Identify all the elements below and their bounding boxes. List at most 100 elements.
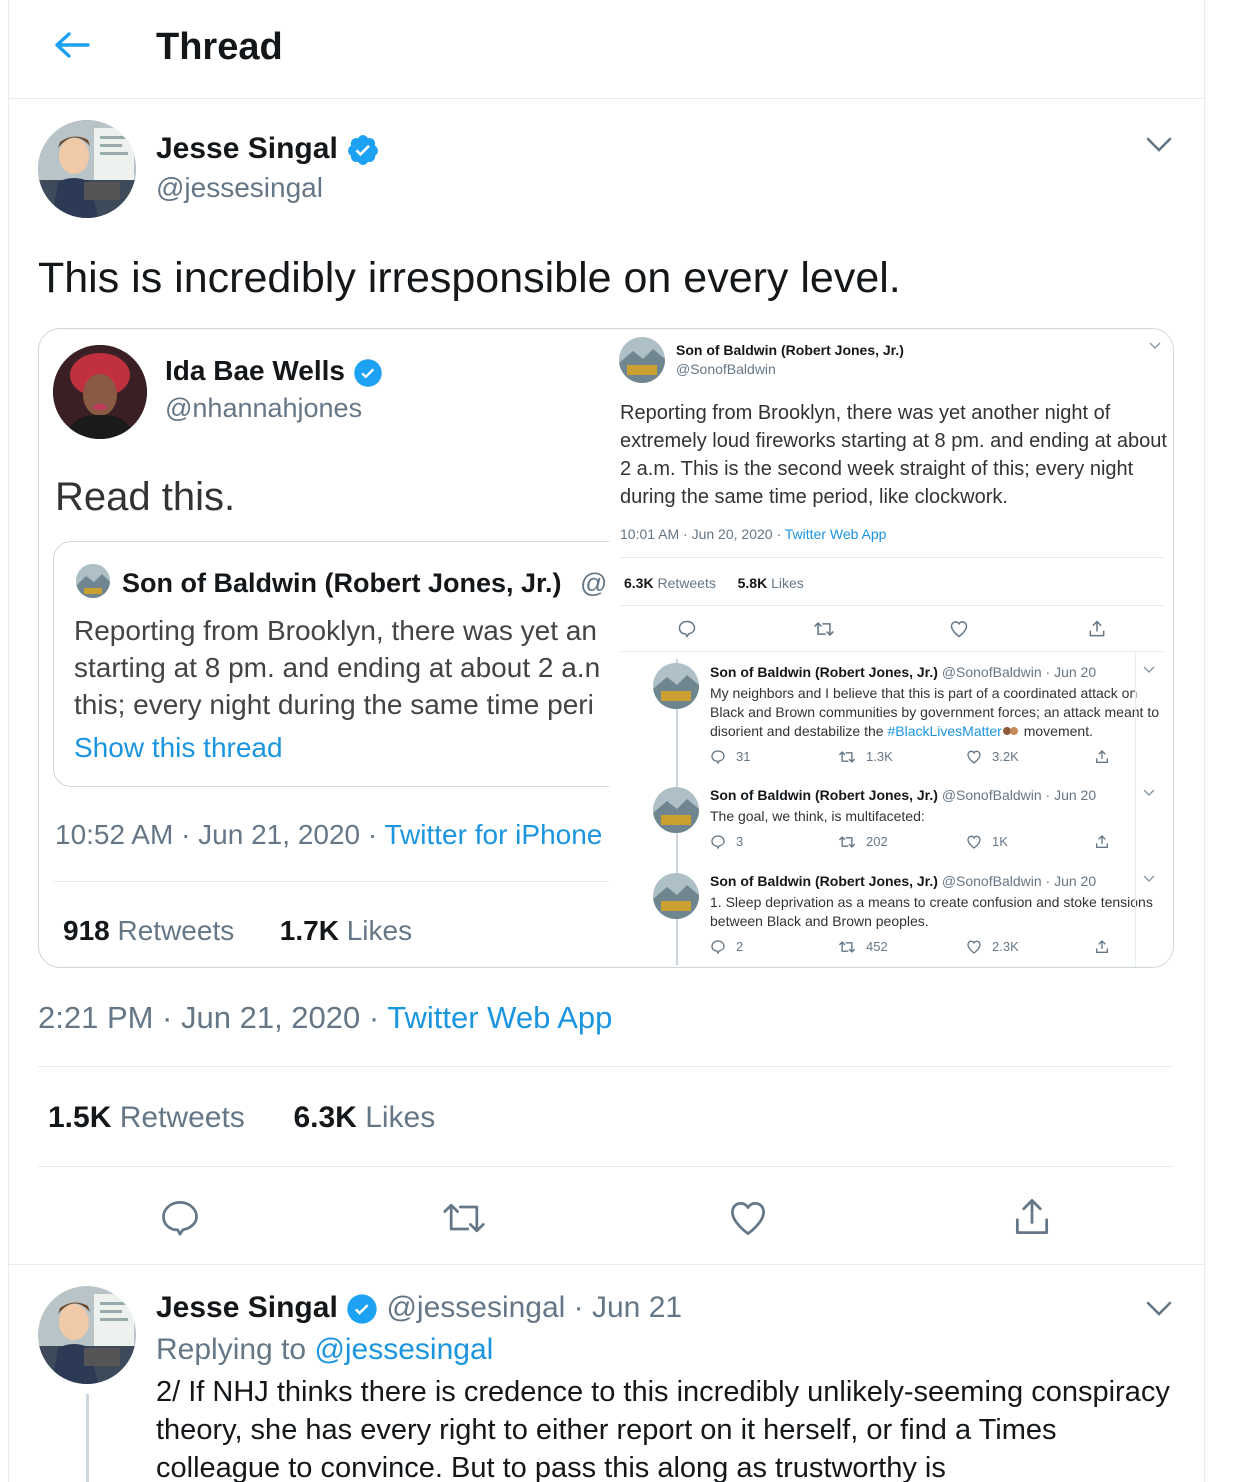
reply-text: 1. Sleep deprivation as a means to creat… xyxy=(710,894,1153,929)
chevron-down-icon xyxy=(1141,663,1157,677)
chevron-down-icon xyxy=(1141,872,1157,886)
quoted-tweet-text: Read this. xyxy=(55,475,236,519)
like-count: 3.2K xyxy=(992,749,1019,764)
avatar xyxy=(653,663,699,709)
list-item: Son of Baldwin (Robert Jones, Jr.) @Sono… xyxy=(609,869,1173,965)
chevron-down-icon xyxy=(1147,339,1163,353)
like-count: 1K xyxy=(992,834,1008,849)
chevron-down-icon xyxy=(1141,786,1157,800)
nested-text-line: starting at 8 pm. and ending at about 2 … xyxy=(74,652,601,683)
nested-text-line: this; every night during the same time p… xyxy=(74,689,594,720)
right-author-name: Son of Baldwin (Robert Jones, Jr.) xyxy=(676,342,904,358)
right-timestamp: 10:01 AM · Jun 20, 2020 · Twitter Web Ap… xyxy=(620,525,886,543)
fist-emoji-icon xyxy=(1002,726,1020,738)
heart-icon xyxy=(966,939,982,955)
retweets-stat[interactable]: 1.5K Retweets xyxy=(48,1101,245,1134)
reply-icon[interactable] xyxy=(158,1196,202,1240)
right-likes-count: 5.8K xyxy=(737,575,768,591)
reply-actions: 3 202 1K xyxy=(710,833,1170,851)
reply-actions: 2 452 2.3K xyxy=(710,938,1170,956)
avatar[interactable] xyxy=(38,1286,136,1384)
reply-author-name[interactable]: Jesse Singal xyxy=(156,1291,338,1324)
retweet-icon xyxy=(838,834,856,850)
reply-count: 31 xyxy=(736,749,751,764)
reply-count: 2 xyxy=(736,939,744,954)
reply-author-name: Son of Baldwin (Robert Jones, Jr.) xyxy=(710,787,938,803)
right-author-handle: @SonofBaldwin xyxy=(676,361,776,377)
replying-prefix: Replying to xyxy=(156,1333,315,1366)
replying-handle-link[interactable]: @jessesingal xyxy=(314,1333,493,1366)
reply-actions: 31 1.3K 3.2K xyxy=(710,748,1170,766)
reply-icon xyxy=(710,834,726,850)
avatar xyxy=(653,787,699,833)
thread-line xyxy=(86,1394,89,1482)
share-icon xyxy=(1094,749,1110,765)
avatar xyxy=(619,337,665,383)
page-title: Thread xyxy=(156,26,283,68)
avatar xyxy=(76,564,110,598)
reply-meta: @SonofBaldwin · Jun 20 xyxy=(941,664,1097,680)
avatar[interactable] xyxy=(38,120,136,218)
nested-author-name: Son of Baldwin (Robert Jones, Jr.) xyxy=(122,568,562,598)
retweet-count: 452 xyxy=(866,939,888,954)
back-arrow-icon[interactable] xyxy=(48,26,92,66)
author-name-row[interactable]: Jesse Singal xyxy=(156,130,380,168)
quoted-retweets-label: Retweets xyxy=(117,915,235,946)
tweet-source-link[interactable]: Twitter Web App xyxy=(387,1000,612,1035)
retweet-icon xyxy=(838,749,856,765)
reply-author-name: Son of Baldwin (Robert Jones, Jr.) xyxy=(710,664,938,680)
list-item: Son of Baldwin (Robert Jones, Jr.) @Sono… xyxy=(609,659,1173,779)
likes-stat[interactable]: 6.3K Likes xyxy=(293,1101,435,1134)
chevron-down-icon[interactable] xyxy=(1142,1294,1176,1322)
quoted-timestamp: 10:52 AM · Jun 21, 2020 · Twitter for iP… xyxy=(55,817,602,853)
reply-meta: @SonofBaldwin · Jun 20 xyxy=(941,873,1097,889)
right-retweets-count: 6.3K xyxy=(624,575,654,591)
like-count: 2.3K xyxy=(992,939,1019,954)
quoted-stats: 918 Retweets 1.7K Likes xyxy=(63,913,412,949)
share-icon xyxy=(1094,834,1110,850)
right-screenshot-panel: Son of Baldwin (Robert Jones, Jr.) @Sono… xyxy=(609,329,1173,967)
tweet-time[interactable]: 2:21 PM · Jun 21, 2020 · xyxy=(38,1000,387,1035)
likes-label: Likes xyxy=(365,1101,436,1134)
list-item: Son of Baldwin (Robert Jones, Jr.) @Sono… xyxy=(609,783,1173,863)
quoted-time: 10:52 AM · Jun 21, 2020 · xyxy=(55,819,385,850)
divider xyxy=(8,1264,1205,1265)
divider xyxy=(620,605,1164,606)
replying-to: Replying to @jessesingal xyxy=(156,1330,493,1370)
reply-header: Jesse Singal @jessesingal · Jun 21 xyxy=(156,1288,682,1328)
divider xyxy=(53,881,623,882)
reply-icon xyxy=(677,619,697,639)
reply-header: Son of Baldwin (Robert Jones, Jr.) @Sono… xyxy=(710,872,1096,890)
reply-text: 2/ If NHJ thinks there is credence to th… xyxy=(156,1376,1170,1482)
tweet-timestamp: 2:21 PM · Jun 21, 2020 · Twitter Web App xyxy=(38,998,612,1038)
reply-text: The goal, we think, is multifaceted: xyxy=(710,808,925,824)
show-thread-link: Show this thread xyxy=(74,732,283,763)
heart-icon xyxy=(949,619,969,639)
heart-icon[interactable] xyxy=(726,1196,770,1240)
reply-handle-time[interactable]: @jessesingal · Jun 21 xyxy=(386,1291,682,1324)
nested-quote-card: Son of Baldwin (Robert Jones, Jr.) @ Rep… xyxy=(53,541,653,787)
reply-text: My neighbors and I believe that this is … xyxy=(710,684,1170,741)
share-icon xyxy=(1094,939,1110,955)
reply-icon xyxy=(710,749,726,765)
media-image[interactable]: Ida Bae Wells @nhannahjones Read this. S… xyxy=(38,328,1174,968)
retweet-count: 1.3K xyxy=(866,749,893,764)
chevron-down-icon[interactable] xyxy=(1142,130,1176,158)
reply-header: Son of Baldwin (Robert Jones, Jr.) @Sono… xyxy=(710,663,1096,681)
retweet-count: 202 xyxy=(866,834,888,849)
author-name[interactable]: Jesse Singal xyxy=(156,132,338,165)
retweet-icon xyxy=(838,939,856,955)
author-handle[interactable]: @jessesingal xyxy=(156,170,323,206)
avatar xyxy=(53,345,147,439)
nested-text-line: Reporting from Brooklyn, there was yet a… xyxy=(74,615,597,646)
divider xyxy=(620,651,1164,652)
nested-tweet-text: Reporting from Brooklyn, there was yet a… xyxy=(74,612,600,723)
tweet-text: This is incredibly irresponsible on ever… xyxy=(38,254,901,302)
retweet-icon[interactable] xyxy=(440,1196,488,1240)
divider xyxy=(38,1166,1174,1167)
likes-count: 6.3K xyxy=(293,1101,357,1134)
right-source: Twitter Web App xyxy=(784,526,887,542)
quoted-source: Twitter for iPhone xyxy=(384,819,603,850)
share-icon[interactable] xyxy=(1010,1194,1054,1240)
verified-badge-icon xyxy=(346,133,380,167)
